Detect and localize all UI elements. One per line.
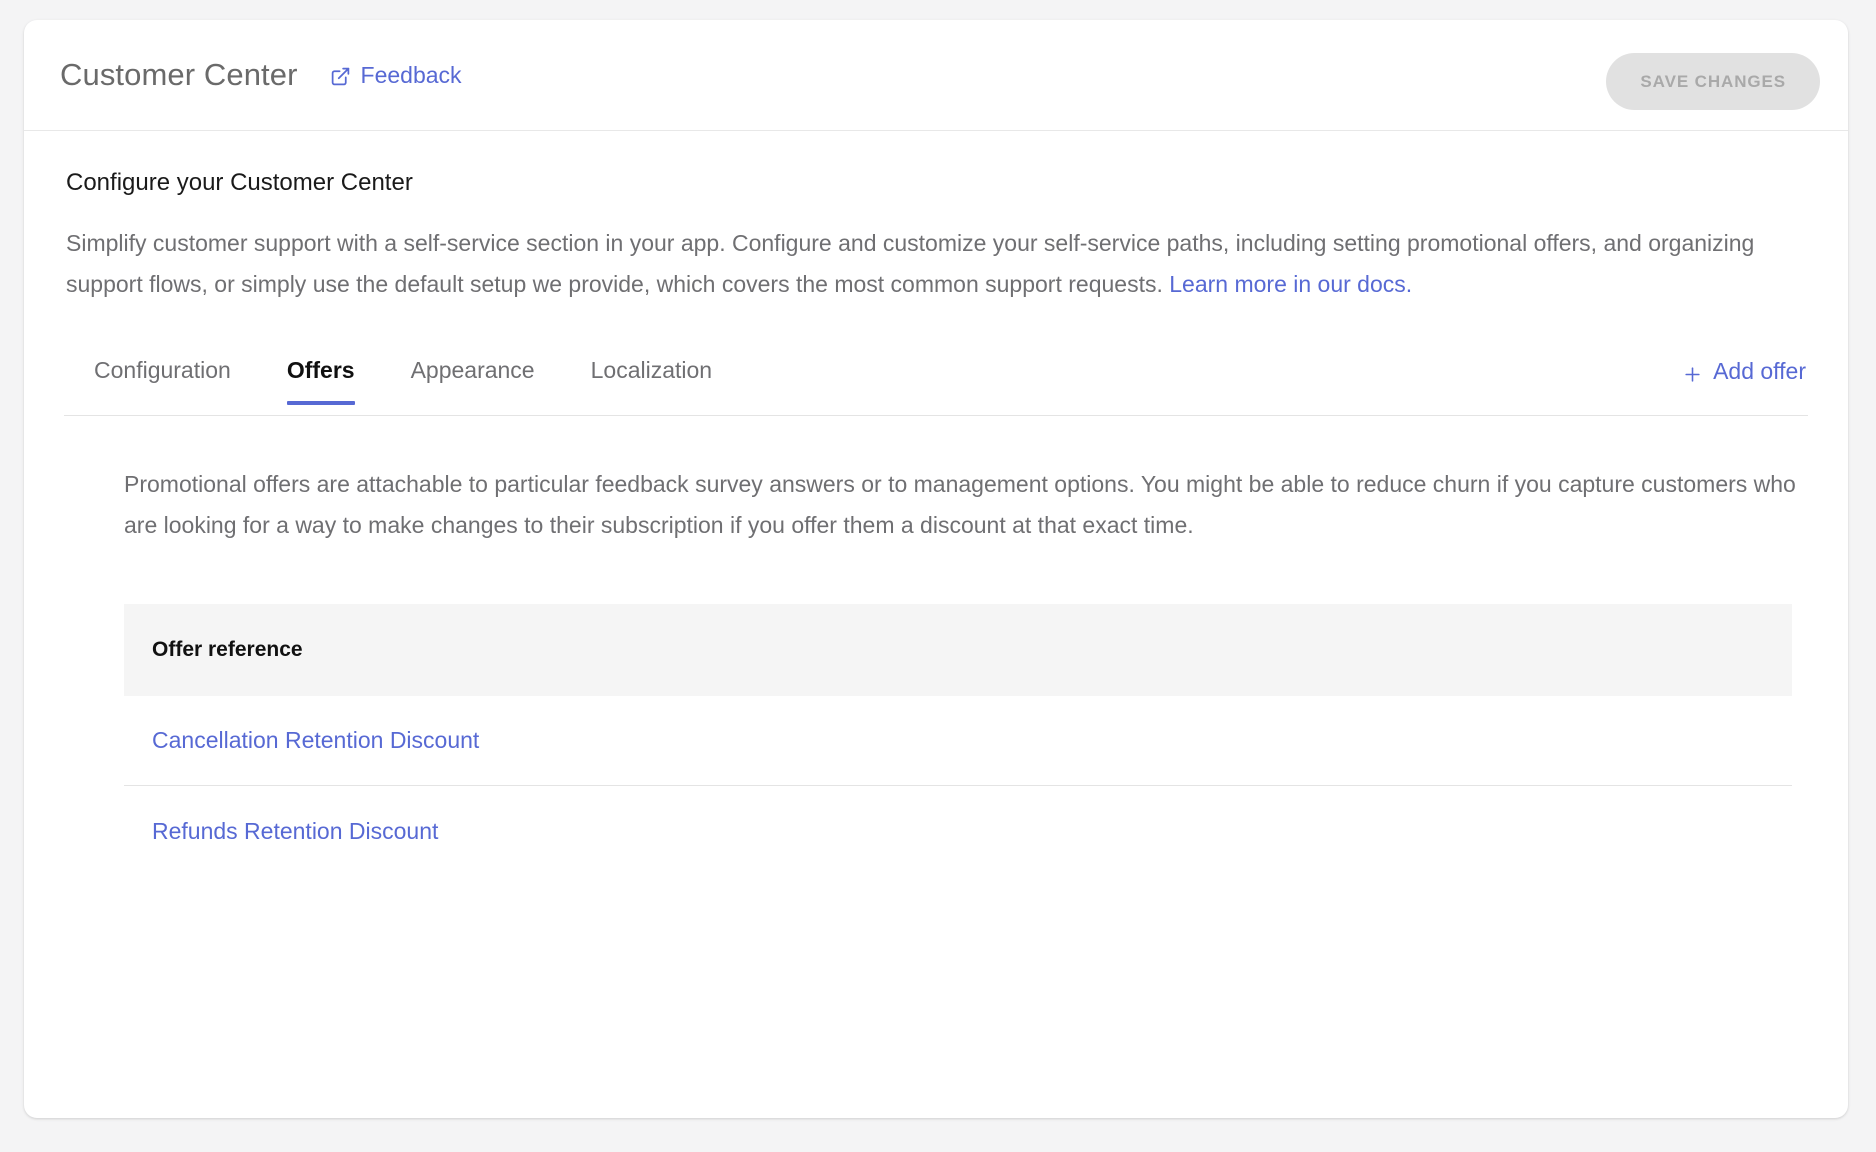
offers-panel: Promotional offers are attachable to par… [64, 416, 1808, 876]
offer-link-cancellation-retention-discount[interactable]: Cancellation Retention Discount [152, 727, 479, 754]
add-offer-label: Add offer [1713, 358, 1806, 384]
customer-center-card: Customer Center Feedback SAVE CHANGES Co… [24, 20, 1848, 1118]
table-row[interactable]: Cancellation Retention Discount [124, 696, 1792, 786]
tab-localization[interactable]: Localization [563, 357, 740, 404]
external-link-icon [330, 66, 351, 87]
card-body: Configure your Customer Center Simplify … [24, 131, 1848, 876]
table-row[interactable]: Refunds Retention Discount [124, 786, 1792, 876]
add-offer-button[interactable]: Add offer [1683, 358, 1806, 385]
page-title: Customer Center [60, 57, 298, 92]
tab-offers[interactable]: Offers [259, 357, 383, 405]
column-header-offer-reference: Offer reference [152, 638, 303, 661]
card-header: Customer Center Feedback SAVE CHANGES [24, 20, 1848, 131]
feedback-label: Feedback [360, 61, 462, 88]
tab-configuration[interactable]: Configuration [66, 357, 259, 404]
section-description: Simplify customer support with a self-se… [66, 223, 1808, 305]
offer-link-refunds-retention-discount[interactable]: Refunds Retention Discount [152, 818, 438, 845]
learn-more-link[interactable]: Learn more in our docs. [1169, 271, 1412, 297]
plus-icon [1683, 363, 1702, 382]
table-header-row: Offer reference [124, 604, 1792, 696]
offers-description: Promotional offers are attachable to par… [124, 471, 1796, 538]
section-title: Configure your Customer Center [66, 169, 413, 196]
tab-appearance[interactable]: Appearance [383, 357, 563, 404]
section-description-text: Simplify customer support with a self-se… [66, 230, 1755, 297]
save-changes-button[interactable]: SAVE CHANGES [1606, 53, 1820, 110]
offers-table: Offer reference Cancellation Retention D… [124, 604, 1792, 876]
feedback-link[interactable]: Feedback [330, 62, 462, 89]
tab-bar: Configuration Offers Appearance Localiza… [64, 357, 1808, 416]
